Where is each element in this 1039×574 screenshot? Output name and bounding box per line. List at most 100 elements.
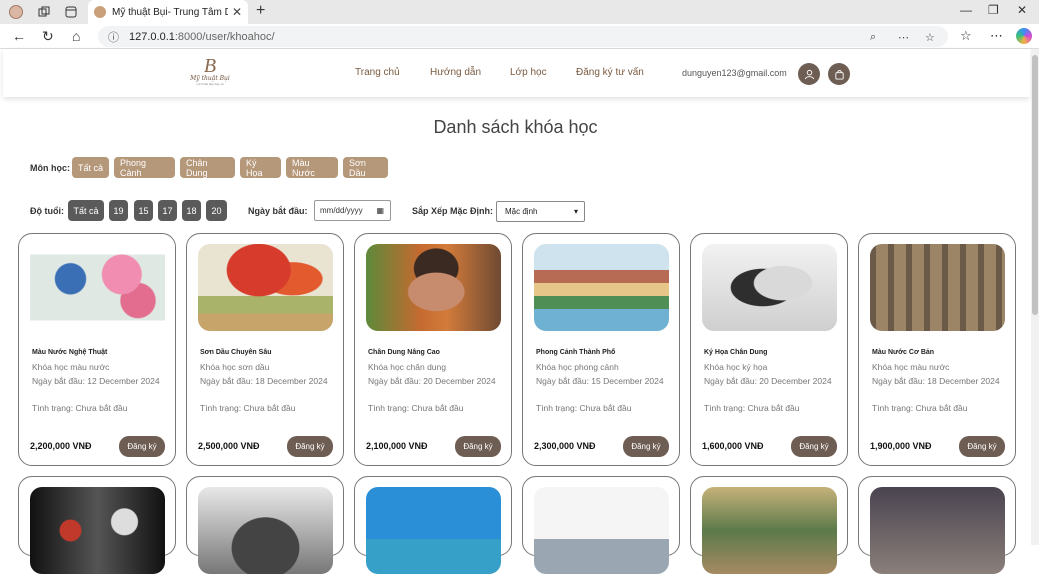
zoom-icon[interactable]: ⌕	[870, 31, 876, 44]
url-bar[interactable]: ⓘ 127.0.0.1:8000/user/khoahoc/ ⌕ ⋯ ☆	[98, 26, 948, 47]
course-status: Tình trạng: Chưa bắt đầu	[200, 403, 296, 413]
course-title: Phong Cảnh Thành Phố	[536, 349, 616, 356]
course-category: Khóa học ký họa	[704, 362, 768, 372]
account-button[interactable]	[798, 63, 820, 85]
page-scrollbar[interactable]	[1031, 49, 1039, 545]
nav-classes[interactable]: Lớp học	[510, 67, 547, 78]
course-card[interactable]	[690, 476, 848, 574]
course-category: Khóa học màu nước	[872, 362, 950, 372]
register-button[interactable]: Đăng ký	[623, 436, 669, 457]
course-status: Tình trạng: Chưa bắt đầu	[704, 403, 800, 413]
course-price: 1,600,000 VNĐ	[702, 441, 764, 451]
course-image	[702, 487, 837, 574]
age-chip-19[interactable]: 19	[109, 200, 128, 221]
subject-chip-oil[interactable]: Sơn Dầu	[343, 157, 388, 178]
site-info-icon[interactable]: ⓘ	[108, 29, 119, 45]
course-card[interactable]	[18, 476, 176, 574]
course-card[interactable]	[522, 476, 680, 574]
close-window-icon[interactable]: ✕	[1017, 3, 1027, 17]
course-image	[366, 244, 501, 331]
course-card[interactable]	[186, 476, 344, 574]
reload-icon[interactable]: ↻	[42, 28, 54, 45]
course-card[interactable]: Phong Cảnh Thành Phố Khóa học phong cảnh…	[522, 233, 680, 466]
new-tab-icon[interactable]: +	[256, 2, 265, 20]
age-chip-all[interactable]: Tất cả	[68, 200, 104, 221]
site-logo[interactable]: B Mỹ thuật Bụi mỹ thuật đẹp dạy vẽ	[188, 55, 232, 89]
logo-letter: B	[203, 55, 217, 77]
settings-more-icon[interactable]: ⋯	[990, 28, 1003, 44]
cart-button[interactable]	[828, 63, 850, 85]
register-button[interactable]: Đăng ký	[959, 436, 1005, 457]
age-chip-20[interactable]: 20	[206, 200, 227, 221]
course-image	[534, 487, 669, 574]
course-card[interactable]: Chân Dung Nâng Cao Khóa học chân dung Ng…	[354, 233, 512, 466]
course-card[interactable]: Sơn Dầu Chuyên Sâu Khóa học sơn dầu Ngày…	[186, 233, 344, 466]
register-button[interactable]: Đăng ký	[287, 436, 333, 457]
course-image	[702, 244, 837, 331]
favorite-star-icon[interactable]: ☆	[925, 31, 935, 44]
course-category: Khóa học màu nước	[32, 362, 110, 372]
age-filter-label: Độ tuổi:	[30, 206, 64, 216]
sort-label: Sắp Xếp Mặc Định:	[412, 206, 494, 216]
back-icon[interactable]: ←	[12, 28, 26, 44]
calendar-icon[interactable]: ▦	[376, 206, 384, 215]
nav-home[interactable]: Trang chủ	[355, 67, 400, 78]
close-tab-icon[interactable]: ✕	[232, 5, 242, 19]
shopping-bag-icon	[834, 69, 844, 80]
tab-actions-icon[interactable]	[63, 4, 79, 20]
register-button[interactable]: Đăng ký	[119, 436, 165, 457]
maximize-icon[interactable]: ❐	[988, 3, 999, 17]
sort-selected-value: Mặc định	[505, 207, 538, 216]
workspaces-icon[interactable]	[36, 4, 52, 20]
minimize-icon[interactable]: —	[960, 3, 972, 17]
course-status: Tình trạng: Chưa bắt đầu	[368, 403, 464, 413]
course-price: 1,900,000 VNĐ	[870, 441, 932, 451]
home-icon[interactable]: ⌂	[72, 28, 80, 44]
course-card[interactable]	[858, 476, 1016, 574]
logo-text: Mỹ thuật Bụi	[190, 75, 230, 82]
course-title: Màu Nước Nghệ Thuật	[32, 349, 108, 356]
register-button[interactable]: Đăng ký	[791, 436, 837, 457]
course-category: Khóa học chân dung	[368, 362, 446, 372]
nav-consult[interactable]: Đăng ký tư vấn	[576, 67, 644, 78]
course-start-date: Ngày bắt đầu: 20 December 2024	[368, 376, 496, 386]
course-title: Màu Nước Cơ Bản	[872, 349, 935, 356]
browser-tab-bar: Mỹ thuật Bụi- Trung Tâm Dạy Vẽ ✕ + — ❐ ✕	[0, 0, 1039, 24]
subject-chip-sketch[interactable]: Ký Họa	[240, 157, 281, 178]
age-chip-18[interactable]: 18	[182, 200, 201, 221]
subject-chip-landscape[interactable]: Phong Cảnh	[114, 157, 175, 178]
start-date-input[interactable]: mm/dd/yyyy ▦	[314, 200, 391, 221]
course-start-date: Ngày bắt đầu: 18 December 2024	[872, 376, 1000, 386]
course-start-date: Ngày bắt đầu: 12 December 2024	[32, 376, 160, 386]
start-date-label: Ngày bắt đầu:	[248, 206, 308, 216]
course-category: Khóa học sơn dầu	[200, 362, 270, 372]
course-card[interactable]: Màu Nước Cơ Bản Khóa học màu nước Ngày b…	[858, 233, 1016, 466]
course-title: Ký Họa Chân Dung	[704, 349, 768, 356]
age-chip-17[interactable]: 17	[158, 200, 177, 221]
course-card[interactable]: Ký Họa Chân Dung Khóa học ký họa Ngày bắ…	[690, 233, 848, 466]
copilot-icon[interactable]	[1016, 28, 1032, 44]
subject-chip-portrait[interactable]: Chân Dung	[180, 157, 235, 178]
course-image	[198, 487, 333, 574]
subject-chip-all[interactable]: Tất cả	[72, 157, 109, 178]
profile-avatar-icon[interactable]	[8, 4, 24, 20]
user-email: dunguyen123@gmail.com	[682, 68, 787, 78]
course-start-date: Ngày bắt đầu: 18 December 2024	[200, 376, 328, 386]
nav-guide[interactable]: Hướng dẫn	[430, 67, 481, 78]
course-start-date: Ngày bắt đầu: 15 December 2024	[536, 376, 664, 386]
course-card[interactable]: Màu Nước Nghệ Thuật Khóa học màu nước Ng…	[18, 233, 176, 466]
register-button[interactable]: Đăng ký	[455, 436, 501, 457]
course-image	[870, 244, 1005, 331]
course-title: Sơn Dầu Chuyên Sâu	[200, 349, 272, 356]
scrollbar-thumb[interactable]	[1032, 55, 1038, 315]
sort-select[interactable]: Mặc định ▾	[496, 201, 585, 222]
favorites-icon[interactable]: ☆	[960, 28, 972, 44]
subject-chip-watercolor[interactable]: Màu Nước	[286, 157, 338, 178]
tab-title: Mỹ thuật Bụi- Trung Tâm Dạy Vẽ	[112, 6, 228, 18]
age-chip-15[interactable]: 15	[134, 200, 153, 221]
course-image	[30, 244, 165, 331]
read-aloud-icon[interactable]: ⋯	[898, 31, 909, 44]
course-card[interactable]	[354, 476, 512, 574]
course-price: 2,200,000 VNĐ	[30, 441, 92, 451]
active-tab[interactable]: Mỹ thuật Bụi- Trung Tâm Dạy Vẽ ✕	[88, 0, 248, 24]
